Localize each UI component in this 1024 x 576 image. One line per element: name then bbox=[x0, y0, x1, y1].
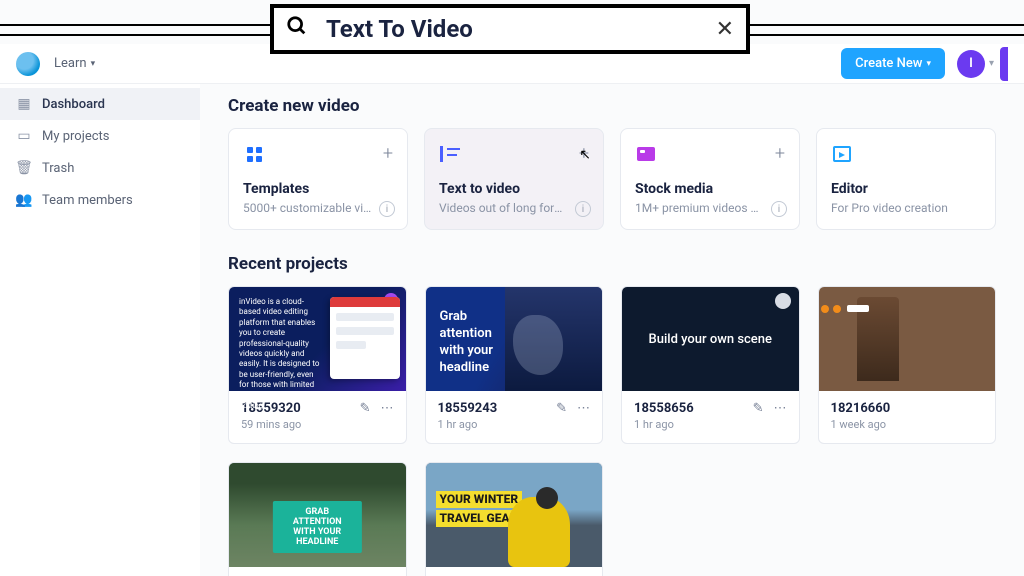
project-card[interactable]: Build your own scene 18558656 1 hr ago ✎… bbox=[621, 286, 800, 444]
create-new-button[interactable]: Create New ▾ bbox=[841, 48, 945, 79]
sidebar-item-trash[interactable]: 🗑 Trash bbox=[0, 152, 200, 184]
app-logo[interactable] bbox=[16, 52, 40, 76]
create-card-stock-media[interactable]: + Stock media 1M+ premium videos and pho… bbox=[620, 128, 800, 230]
stock-media-icon bbox=[635, 143, 657, 165]
create-card-templates[interactable]: + Templates 5000+ customizable video tem… bbox=[228, 128, 408, 230]
sidebar-item-my-projects[interactable]: ▭ My projects bbox=[0, 120, 200, 152]
edit-icon[interactable]: ✎ bbox=[556, 401, 567, 416]
project-thumbnail bbox=[819, 287, 996, 391]
project-thumbnail: Build your own scene bbox=[622, 287, 799, 391]
projects-grid: inVideo is a cloud-based video editing p… bbox=[228, 286, 996, 576]
create-cards-row: + Templates 5000+ customizable video tem… bbox=[228, 128, 996, 230]
sidebar-item-team-members[interactable]: 👥 Team members bbox=[0, 184, 200, 216]
plus-icon[interactable]: + bbox=[383, 143, 393, 164]
project-card[interactable]: 18216660 1 week ago bbox=[818, 286, 997, 444]
text-to-video-icon bbox=[439, 143, 461, 165]
create-card-text-to-video[interactable]: + ↖ Text to video Videos out of long for… bbox=[424, 128, 604, 230]
trash-icon: 🗑 bbox=[16, 160, 32, 176]
recent-projects-title: Recent projects bbox=[228, 254, 996, 274]
project-time: 1 hr ago bbox=[438, 418, 557, 431]
project-id: 18559243 bbox=[438, 401, 557, 416]
more-icon[interactable]: ⋯ bbox=[381, 401, 394, 416]
info-icon[interactable]: i bbox=[379, 201, 395, 217]
chevron-down-icon: ▾ bbox=[926, 59, 931, 69]
project-time: 1 week ago bbox=[831, 418, 984, 431]
project-card[interactable]: GRAB ATTENTION WITH YOUR HEADLINE 182157… bbox=[228, 462, 407, 576]
info-icon[interactable]: i bbox=[575, 201, 591, 217]
chevron-down-icon[interactable]: ▾ bbox=[989, 58, 994, 69]
edit-icon[interactable]: ✎ bbox=[360, 401, 371, 416]
search-overlay[interactable]: Text To Video ✕ bbox=[270, 4, 750, 54]
project-thumbnail: GRAB ATTENTION WITH YOUR HEADLINE bbox=[229, 463, 406, 567]
main-content: Create new video + Templates 5000+ custo… bbox=[200, 84, 1024, 576]
cursor-icon: ↖ bbox=[579, 147, 591, 163]
project-thumbnail: inVideo is a cloud-based video editing p… bbox=[229, 287, 406, 391]
chevron-down-icon: ▾ bbox=[91, 59, 96, 69]
project-time: 1 hr ago bbox=[634, 418, 753, 431]
search-icon bbox=[286, 15, 308, 43]
project-time: 59 mins ago bbox=[241, 418, 360, 431]
sidebar-item-dashboard[interactable]: ▦ Dashboard bbox=[0, 88, 200, 120]
edit-icon[interactable]: ✎ bbox=[753, 401, 764, 416]
team-icon: 👥 bbox=[16, 192, 32, 208]
dashboard-icon: ▦ bbox=[16, 96, 32, 112]
templates-icon bbox=[243, 143, 265, 165]
more-icon[interactable]: ⋯ bbox=[577, 401, 590, 416]
project-id: 18216660 bbox=[831, 401, 984, 416]
side-stub bbox=[1000, 47, 1008, 81]
plus-icon[interactable]: + bbox=[775, 143, 785, 164]
project-thumbnail: Grab attention with your headline bbox=[426, 287, 603, 391]
project-card[interactable]: Grab attention with your headline 185592… bbox=[425, 286, 604, 444]
project-thumbnail: YOUR WINTERTRAVEL GEAR bbox=[426, 463, 603, 567]
editor-icon bbox=[831, 143, 853, 165]
info-icon[interactable]: i bbox=[771, 201, 787, 217]
more-icon[interactable]: ⋯ bbox=[774, 401, 787, 416]
projects-icon: ▭ bbox=[16, 128, 32, 144]
project-card[interactable]: YOUR WINTERTRAVEL GEAR 17844570 bbox=[425, 462, 604, 576]
create-card-editor[interactable]: Editor For Pro video creation bbox=[816, 128, 996, 230]
learn-dropdown[interactable]: Learn ▾ bbox=[54, 56, 95, 71]
project-card[interactable]: inVideo is a cloud-based video editing p… bbox=[228, 286, 407, 444]
avatar[interactable]: I bbox=[957, 50, 985, 78]
search-text: Text To Video bbox=[326, 15, 716, 43]
close-icon[interactable]: ✕ bbox=[716, 17, 734, 42]
project-id: 18558656 bbox=[634, 401, 753, 416]
create-section-title: Create new video bbox=[228, 96, 996, 116]
sidebar: ▦ Dashboard ▭ My projects 🗑 Trash 👥 Team… bbox=[0, 84, 200, 576]
